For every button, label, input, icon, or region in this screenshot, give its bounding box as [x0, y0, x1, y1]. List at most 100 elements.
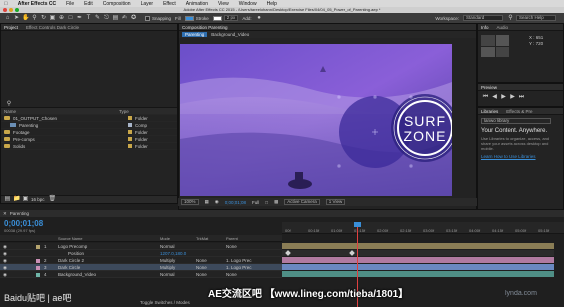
layer-mode-select[interactable]: Multiply [160, 265, 175, 270]
time-ruler[interactable]: 00f 00:15f 01:00f 01:15f 02:00f 02:15f 03:00f 0… [282, 222, 564, 234]
play-icon[interactable]: ▶ [500, 94, 507, 101]
tab-effect-controls[interactable]: Effect Controls Dark Circle [26, 25, 79, 30]
workspace-select[interactable]: Standard [463, 15, 503, 21]
viewer-time[interactable]: 0;00;01;08 [225, 200, 246, 205]
project-col-name[interactable]: Name [4, 109, 119, 114]
layer-label-color[interactable] [36, 258, 40, 263]
zoom-window-button[interactable] [15, 8, 19, 12]
layer-parent-select[interactable]: 1. Logo Prec [226, 265, 252, 270]
menu-window[interactable]: Window [239, 1, 257, 7]
camera-tool-icon[interactable]: ▣ [49, 15, 56, 22]
prev-frame-icon[interactable]: ◀ [491, 94, 498, 101]
keyframe-track[interactable] [282, 250, 554, 256]
eraser-tool-icon[interactable]: ▤ [112, 15, 119, 22]
home-icon[interactable]: ⌂ [4, 15, 11, 22]
new-comp-icon[interactable]: ▣ [22, 196, 29, 203]
menu-composition[interactable]: Composition [103, 1, 131, 7]
snapping-checkbox[interactable] [145, 15, 150, 21]
layer-row[interactable]: ◉ 1 Logo Precomp Normal None [0, 243, 282, 250]
layer-mode-select[interactable]: Multiply [160, 258, 175, 263]
layer-name[interactable]: Dark Circle [58, 265, 80, 270]
last-frame-icon[interactable]: ⏭ [518, 94, 525, 101]
layer-row[interactable]: ◉ Position 1207.0,180.0 [0, 250, 282, 257]
tab-composition[interactable]: Composition Parenting [182, 25, 228, 30]
zoom-tool-icon[interactable]: ⚲ [31, 15, 38, 22]
layer-parent-select[interactable]: None [226, 244, 237, 249]
layer-duration-bar[interactable] [282, 243, 554, 249]
selection-tool-icon[interactable]: ➤ [13, 15, 20, 22]
layer-mode-select[interactable]: 1207.0,180.0 [160, 251, 186, 256]
composition-canvas[interactable]: SURF ZONE [180, 44, 452, 196]
tab-preview[interactable]: Preview [481, 85, 497, 90]
search-help-input[interactable]: Search Help [516, 15, 556, 21]
layer-parent-select[interactable]: None [226, 272, 237, 277]
menu-effect[interactable]: Effect [163, 1, 176, 7]
region-of-interest-icon[interactable]: □ [265, 200, 268, 205]
first-frame-icon[interactable]: ⏮ [482, 94, 489, 101]
layer-label-color[interactable] [36, 272, 40, 277]
col-trkmat[interactable]: TrkMat [196, 236, 208, 241]
tab-info[interactable]: Info [481, 25, 489, 30]
layer-duration-bar[interactable] [282, 271, 554, 277]
current-time-indicator-head[interactable] [354, 222, 361, 227]
layer-mode-select[interactable]: Normal [160, 244, 175, 249]
tab-audio[interactable]: Audio [497, 25, 509, 30]
views-select[interactable]: 1 View [325, 199, 346, 205]
rotate-tool-icon[interactable]: ↻ [40, 15, 47, 22]
layer-trkmat-select[interactable]: None [196, 258, 207, 263]
menu-app-name[interactable]: After Effects CC [18, 1, 56, 7]
project-search-icon[interactable]: ⚲ [4, 101, 14, 108]
layer-name[interactable]: Position [68, 251, 84, 256]
layer-parent-select[interactable]: 1. Logo Prec [226, 258, 252, 263]
minimize-window-button[interactable] [9, 8, 13, 12]
timeline-timecode[interactable]: 0;00;01;08 [4, 219, 43, 228]
breadcrumb-parenting[interactable]: Parenting [182, 32, 208, 37]
layer-row[interactable]: ◉ 2 Dark Circle 2 Multiply None 1. Logo Prec [0, 257, 282, 264]
puppet-tool-icon[interactable]: ✪ [130, 15, 137, 22]
learn-libraries-link[interactable]: Learn How to Use Libraries [481, 154, 560, 159]
grid-icon[interactable]: ▦ [205, 199, 209, 205]
layer-name[interactable]: Logo Precomp [58, 244, 87, 249]
menu-file[interactable]: File [66, 1, 74, 7]
bit-depth[interactable]: 16 bpc [31, 197, 45, 202]
project-item[interactable]: Footage Folder [1, 129, 177, 136]
project-item[interactable]: Parenting Comp [1, 122, 177, 129]
breadcrumb-background-video[interactable]: Background_Video [211, 32, 249, 37]
tab-effects-presets[interactable]: Effects & Pre [506, 109, 532, 114]
layer-row[interactable]: ◉ 4 Background_Video Normal None None [0, 271, 282, 278]
next-frame-icon[interactable]: ▶ [509, 94, 516, 101]
project-item[interactable]: Pre-comps Folder [1, 136, 177, 143]
camera-snapshot-icon[interactable]: ◉ [215, 199, 219, 205]
rectangle-tool-icon[interactable]: □ [67, 15, 74, 22]
layer-duration-bar[interactable] [282, 264, 554, 270]
resolution-select[interactable]: Full [252, 200, 259, 205]
layer-name[interactable]: Dark Circle 2 [58, 258, 84, 263]
menu-layer[interactable]: Layer [141, 1, 154, 7]
stroke-color-swatch[interactable] [212, 15, 222, 21]
menu-animation[interactable]: Animation [186, 1, 208, 7]
timeline-close-icon[interactable]: ✕ [3, 211, 7, 217]
layer-trkmat-select[interactable]: None [196, 265, 207, 270]
library-select[interactable]: lanwo library [481, 118, 551, 124]
col-mode[interactable]: Mode [160, 236, 170, 241]
apple-menu-icon[interactable]:  [4, 1, 8, 7]
pan-behind-tool-icon[interactable]: ⊕ [58, 15, 65, 22]
menu-edit[interactable]: Edit [84, 1, 93, 7]
tab-timeline-parenting[interactable]: Parenting [10, 211, 29, 216]
visibility-eye-icon[interactable]: ◉ [3, 272, 7, 278]
layer-duration-bar[interactable] [282, 257, 554, 263]
layer-mode-select[interactable]: Normal [160, 272, 175, 277]
fill-color-swatch[interactable] [184, 15, 194, 21]
layer-trkmat-select[interactable]: None [196, 272, 207, 277]
project-item[interactable]: Solids Folder [1, 143, 177, 150]
menu-help[interactable]: Help [267, 1, 277, 7]
roto-tool-icon[interactable]: ✍ [121, 15, 128, 22]
layer-label-color[interactable] [36, 244, 40, 249]
add-dropdown-icon[interactable]: ● [256, 15, 263, 22]
new-folder-icon[interactable]: 📁 [13, 196, 20, 203]
active-camera-select[interactable]: Active Camera [284, 199, 320, 205]
layer-label-color[interactable] [36, 265, 40, 270]
tab-project[interactable]: Project [4, 25, 18, 30]
type-tool-icon[interactable]: T [85, 15, 92, 22]
toggle-switches-modes[interactable]: Toggle Switches / Modes [140, 300, 190, 305]
